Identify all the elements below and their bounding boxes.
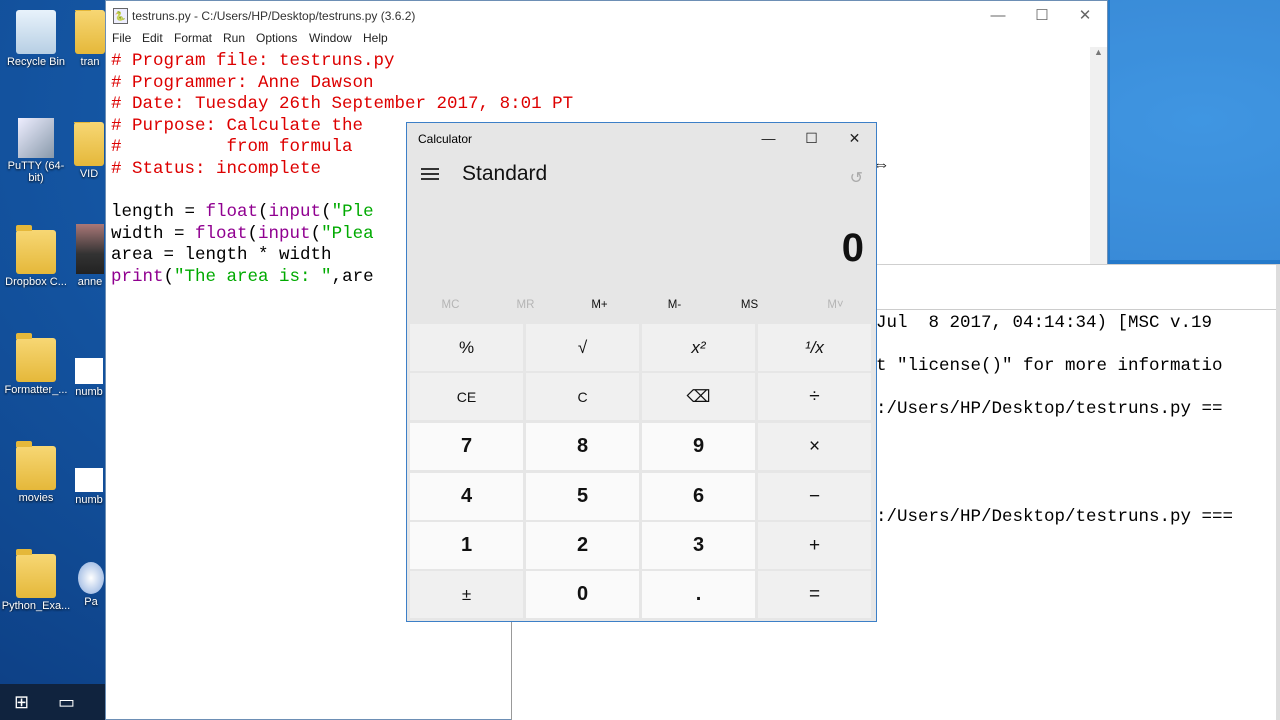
folder-icon [16, 333, 56, 382]
shell-output[interactable]: Jul 8 2017, 04:14:34) [MSC v.19 t "licen… [876, 313, 1233, 529]
divide-button[interactable]: ÷ [758, 373, 871, 420]
digit-0-button[interactable]: 0 [526, 571, 639, 618]
memory-row: MC MR M+ M- MS M˅ [410, 299, 873, 317]
code-line: length = float(input("Ple [111, 202, 374, 223]
maximize-button[interactable]: ☐ [1020, 6, 1064, 26]
recycle-bin-icon [16, 10, 56, 54]
reciprocal-button[interactable]: ¹/x [758, 324, 871, 371]
memory-subtract-button[interactable]: M- [637, 299, 712, 311]
digit-5-button[interactable]: 5 [526, 473, 639, 520]
desktop-icon-anne[interactable]: anne [74, 224, 106, 288]
idle-menubar: File Edit Format Run Options Window Help [106, 31, 1107, 47]
desktop-icon-numb-2[interactable]: numb [72, 468, 106, 506]
menu-options[interactable]: Options [256, 31, 297, 45]
add-button[interactable]: + [758, 522, 871, 569]
subtract-button[interactable]: − [758, 473, 871, 520]
minimize-button[interactable]: — [976, 6, 1020, 26]
clear-button[interactable]: C [526, 373, 639, 420]
code-line: # Status: incomplete [111, 158, 322, 179]
folder-icon [74, 122, 104, 166]
code-line: print("The area is: ",are [111, 266, 374, 287]
negate-button[interactable]: ± [410, 571, 523, 618]
file-icon [75, 358, 103, 384]
digit-9-button[interactable]: 9 [642, 423, 755, 470]
taskbar: ⊞ ▭ [0, 684, 106, 720]
desktop-icon-movies[interactable]: movies [0, 441, 72, 504]
desktop-icon-putty[interactable]: PuTTY (64-bit) [0, 118, 72, 184]
chrome-icon [75, 10, 105, 54]
multiply-button[interactable]: × [758, 423, 871, 470]
square-button[interactable]: x² [642, 324, 755, 371]
menu-file[interactable]: File [112, 31, 131, 45]
code-line: # Purpose: Calculate the [111, 115, 364, 136]
code-line: # Program file: testruns.py [111, 51, 395, 71]
desktop-icon-tran[interactable]: tran [70, 10, 110, 68]
square-root-button[interactable]: √ [526, 324, 639, 371]
paint-icon [78, 562, 104, 594]
digit-2-button[interactable]: 2 [526, 522, 639, 569]
file-icon [75, 468, 103, 492]
memory-recall-button[interactable]: MR [488, 299, 563, 311]
calculator-display: 0 [841, 226, 864, 270]
digit-4-button[interactable]: 4 [410, 473, 523, 520]
folder-icon [16, 441, 56, 490]
scroll-up-arrow-icon[interactable]: ▲ [1090, 47, 1107, 57]
menu-edit[interactable]: Edit [142, 31, 163, 45]
equals-button[interactable]: = [758, 571, 871, 618]
task-view-icon[interactable]: ▭ [58, 693, 75, 711]
digit-6-button[interactable]: 6 [642, 473, 755, 520]
desktop-icon-formatter[interactable]: Formatter_... [0, 333, 72, 396]
shell-scrollbar[interactable] [1276, 265, 1280, 720]
memory-add-button[interactable]: M+ [562, 299, 637, 311]
idle-window-title: testruns.py - C:/Users/HP/Desktop/testru… [132, 9, 416, 23]
code-line: width = float(input("Plea [111, 223, 374, 244]
desktop-icon-python-examples[interactable]: Python_Exa... [0, 549, 72, 612]
close-button[interactable]: ✕ [1063, 6, 1107, 26]
desktop-icon-paint[interactable]: Pa [76, 562, 106, 608]
idle-titlebar: 🐍 testruns.py - C:/Users/HP/Desktop/test… [106, 1, 1107, 31]
digit-1-button[interactable]: 1 [410, 522, 523, 569]
backspace-button[interactable]: ⌫ [642, 373, 755, 420]
folder-icon [16, 549, 56, 598]
code-line: # from formula [111, 137, 353, 158]
memory-store-button[interactable]: MS [712, 299, 787, 311]
hamburger-menu-icon[interactable] [421, 168, 439, 183]
digit-7-button[interactable]: 7 [410, 423, 523, 470]
decimal-button[interactable]: . [642, 571, 755, 618]
code-line: area = length * width [111, 245, 332, 266]
dropbox-icon [16, 225, 56, 274]
digit-3-button[interactable]: 3 [642, 522, 755, 569]
putty-icon [18, 118, 54, 158]
history-icon[interactable]: ↺ [850, 168, 863, 188]
desktop-icon-recycle-bin[interactable]: Recycle Bin [0, 10, 72, 68]
menu-window[interactable]: Window [309, 31, 352, 45]
calc-maximize-button[interactable]: ☐ [790, 127, 833, 149]
digit-8-button[interactable]: 8 [526, 423, 639, 470]
desktop-icon-numb-1[interactable]: numb [72, 358, 106, 398]
percent-button[interactable]: % [410, 324, 523, 371]
calc-close-button[interactable]: ✕ [833, 127, 876, 149]
code-line: # Programmer: Anne Dawson [111, 72, 374, 93]
menu-help[interactable]: Help [363, 31, 388, 45]
calculator-title: Calculator [418, 132, 473, 146]
menu-format[interactable]: Format [174, 31, 212, 45]
calculator-window: Calculator — ☐ ✕ Standard ↺ 0 MC MR M+ M… [406, 122, 877, 622]
photo-icon [76, 224, 104, 274]
code-line: # Date: Tuesday 26th September 2017, 8:0… [111, 94, 574, 115]
menu-run[interactable]: Run [223, 31, 245, 45]
desktop-icon-dropbox[interactable]: Dropbox C... [0, 225, 72, 288]
windows-start-icon[interactable]: ⊞ [14, 693, 29, 711]
memory-clear-button[interactable]: MC [413, 299, 488, 311]
idle-app-icon: 🐍 [113, 8, 128, 24]
clear-entry-button[interactable]: CE [410, 373, 523, 420]
calculator-mode: Standard [462, 162, 548, 185]
desktop-icon-vid[interactable]: VID [72, 122, 106, 180]
calc-minimize-button[interactable]: — [747, 127, 790, 149]
memory-list-button[interactable]: M˅ [798, 299, 873, 311]
